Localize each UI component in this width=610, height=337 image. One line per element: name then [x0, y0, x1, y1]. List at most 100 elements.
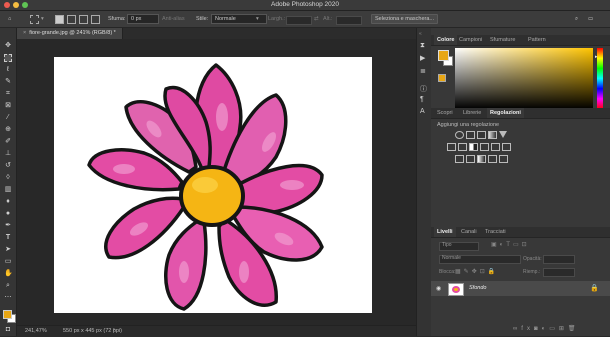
- document-canvas[interactable]: [54, 57, 372, 313]
- tab-tracciati[interactable]: Tracciati: [482, 227, 509, 237]
- fill-input[interactable]: [543, 268, 575, 277]
- tab-sfumature[interactable]: Sfumature: [487, 35, 518, 45]
- zoom-level[interactable]: 241,47%: [25, 328, 47, 334]
- foreground-color-swatch[interactable]: [3, 310, 12, 319]
- add-selection-icon[interactable]: [67, 15, 76, 24]
- subtract-selection-icon[interactable]: [79, 15, 88, 24]
- blur-tool-icon[interactable]: ♦: [4, 198, 12, 206]
- tab-regolazioni[interactable]: Regolazioni: [487, 108, 524, 118]
- gamut-warning-swatch[interactable]: [438, 74, 446, 82]
- hue-slider-handle-icon[interactable]: ▸: [595, 54, 598, 60]
- layer-style-icon[interactable]: fx: [521, 326, 534, 332]
- rect-marquee-tool-icon[interactable]: [4, 54, 12, 62]
- hand-tool-icon[interactable]: ✋: [4, 270, 13, 278]
- visibility-eye-icon[interactable]: ◉: [436, 285, 441, 292]
- new-layer-icon[interactable]: ⊞: [559, 326, 568, 332]
- chevron-down-icon[interactable]: ▾: [41, 14, 44, 24]
- brightness-icon[interactable]: [455, 131, 464, 139]
- search-icon[interactable]: ⌕: [575, 14, 578, 24]
- tab-livelli[interactable]: Livelli: [434, 227, 456, 237]
- eyedropper-tool-icon[interactable]: ⁄: [4, 114, 12, 122]
- tab-scopri[interactable]: Scopri: [434, 108, 456, 118]
- close-tab-icon[interactable]: ×: [23, 30, 26, 36]
- gradient-map-icon[interactable]: [488, 155, 497, 163]
- add-mask-icon[interactable]: ◙: [534, 326, 542, 332]
- selective-color-icon[interactable]: [499, 155, 508, 163]
- pen-tool-icon[interactable]: ✒: [4, 222, 12, 230]
- select-mask-button[interactable]: Seleziona e maschera...: [371, 14, 439, 24]
- collapse-icon[interactable]: «: [419, 31, 422, 37]
- brush-tool-icon[interactable]: ✐: [4, 138, 12, 146]
- character-icon[interactable]: A: [420, 108, 425, 115]
- photo-filter-icon[interactable]: [480, 143, 489, 151]
- posterize-icon[interactable]: [466, 155, 475, 163]
- canvas-area[interactable]: [17, 39, 416, 325]
- delete-layer-icon[interactable]: 🗑: [568, 326, 580, 332]
- blend-mode-select[interactable]: Normale: [439, 255, 521, 264]
- layer-filter-icons[interactable]: ▣◐T▭⊡: [491, 241, 530, 248]
- layer-filter-select[interactable]: Tipo: [439, 242, 479, 251]
- stamp-tool-icon[interactable]: ⊥: [4, 150, 12, 158]
- width-input[interactable]: [286, 16, 312, 25]
- path-select-tool-icon[interactable]: ➤: [4, 246, 12, 254]
- properties-icon[interactable]: ≣: [420, 67, 426, 75]
- color-panel-foreground-swatch[interactable]: [438, 50, 449, 61]
- color-lookup-icon[interactable]: [502, 143, 511, 151]
- color-spectrum-field[interactable]: [455, 48, 593, 109]
- crop-tool-icon[interactable]: ⌗: [4, 90, 12, 98]
- swap-icon[interactable]: ⇄: [314, 14, 319, 24]
- history-brush-tool-icon[interactable]: ↺: [4, 162, 12, 170]
- document-tab[interactable]: × fiore-grande.jpg @ 241% (RGB/8) *: [17, 28, 123, 39]
- levels-icon[interactable]: [466, 131, 475, 139]
- more-tools-icon[interactable]: ⋯: [4, 294, 12, 302]
- tab-pattern[interactable]: Pattern: [525, 35, 549, 45]
- document-tab-bar: × fiore-grande.jpg @ 241% (RGB/8) *: [17, 28, 416, 39]
- zoom-tool-icon[interactable]: ⌕: [4, 282, 12, 290]
- tab-campioni[interactable]: Campioni: [456, 35, 485, 45]
- fill-label: Riemp.:: [523, 269, 541, 275]
- healing-tool-icon[interactable]: ⊕: [4, 126, 12, 134]
- lock-icons[interactable]: ▦✎✥⊡🔒: [455, 268, 498, 275]
- threshold-icon[interactable]: [477, 155, 486, 163]
- play-actions-icon[interactable]: ▶: [420, 54, 425, 62]
- marquee-tool-icon[interactable]: [30, 15, 39, 24]
- color-balance-icon[interactable]: [458, 143, 467, 151]
- tab-canali[interactable]: Canali: [458, 227, 480, 237]
- intersect-selection-icon[interactable]: [91, 15, 100, 24]
- dodge-tool-icon[interactable]: ●: [4, 210, 12, 218]
- hue-saturation-icon[interactable]: [447, 143, 456, 151]
- history-icon[interactable]: ⧗: [420, 42, 425, 50]
- lasso-tool-icon[interactable]: ℓ: [4, 66, 12, 74]
- vibrance-icon[interactable]: [499, 131, 507, 138]
- feather-input[interactable]: 0 px: [127, 14, 159, 24]
- shape-tool-icon[interactable]: ▭: [4, 258, 12, 266]
- frame-tool-icon[interactable]: ⊠: [4, 102, 12, 110]
- paragraph-icon[interactable]: ¶: [420, 96, 424, 103]
- opacity-input[interactable]: [543, 255, 575, 264]
- channel-mixer-icon[interactable]: [491, 143, 500, 151]
- blend-mode-label: Normale: [442, 255, 461, 261]
- tab-colore[interactable]: Colore: [434, 35, 458, 45]
- eraser-tool-icon[interactable]: ◊: [4, 174, 12, 182]
- height-input[interactable]: [336, 16, 362, 25]
- move-tool-icon[interactable]: ✥: [4, 42, 12, 50]
- gradient-tool-icon[interactable]: ▥: [4, 186, 12, 194]
- antialias-checkbox[interactable]: Anti-alias: [162, 14, 185, 24]
- new-selection-icon[interactable]: [55, 15, 64, 24]
- curves-icon[interactable]: [477, 131, 486, 139]
- info-icon[interactable]: ⓘ: [420, 84, 427, 94]
- invert-icon[interactable]: [455, 155, 464, 163]
- quick-mask-icon[interactable]: ◘: [4, 326, 12, 334]
- exposure-icon[interactable]: [488, 131, 497, 139]
- chevron-right-icon[interactable]: ›: [113, 327, 115, 333]
- type-tool-icon[interactable]: T: [4, 234, 12, 242]
- black-white-icon[interactable]: [469, 143, 478, 151]
- home-icon[interactable]: ⌂: [8, 14, 11, 24]
- layer-row[interactable]: ◉ Sfondo 🔒: [431, 281, 610, 296]
- new-group-icon[interactable]: ▭: [549, 326, 559, 332]
- layer-filter-label: Tipo: [442, 242, 452, 248]
- tab-librerie[interactable]: Librerie: [460, 108, 484, 118]
- flower-image: [87, 63, 324, 311]
- workspace-icon[interactable]: ▭: [588, 14, 593, 24]
- quick-select-tool-icon[interactable]: ✎: [4, 78, 12, 86]
